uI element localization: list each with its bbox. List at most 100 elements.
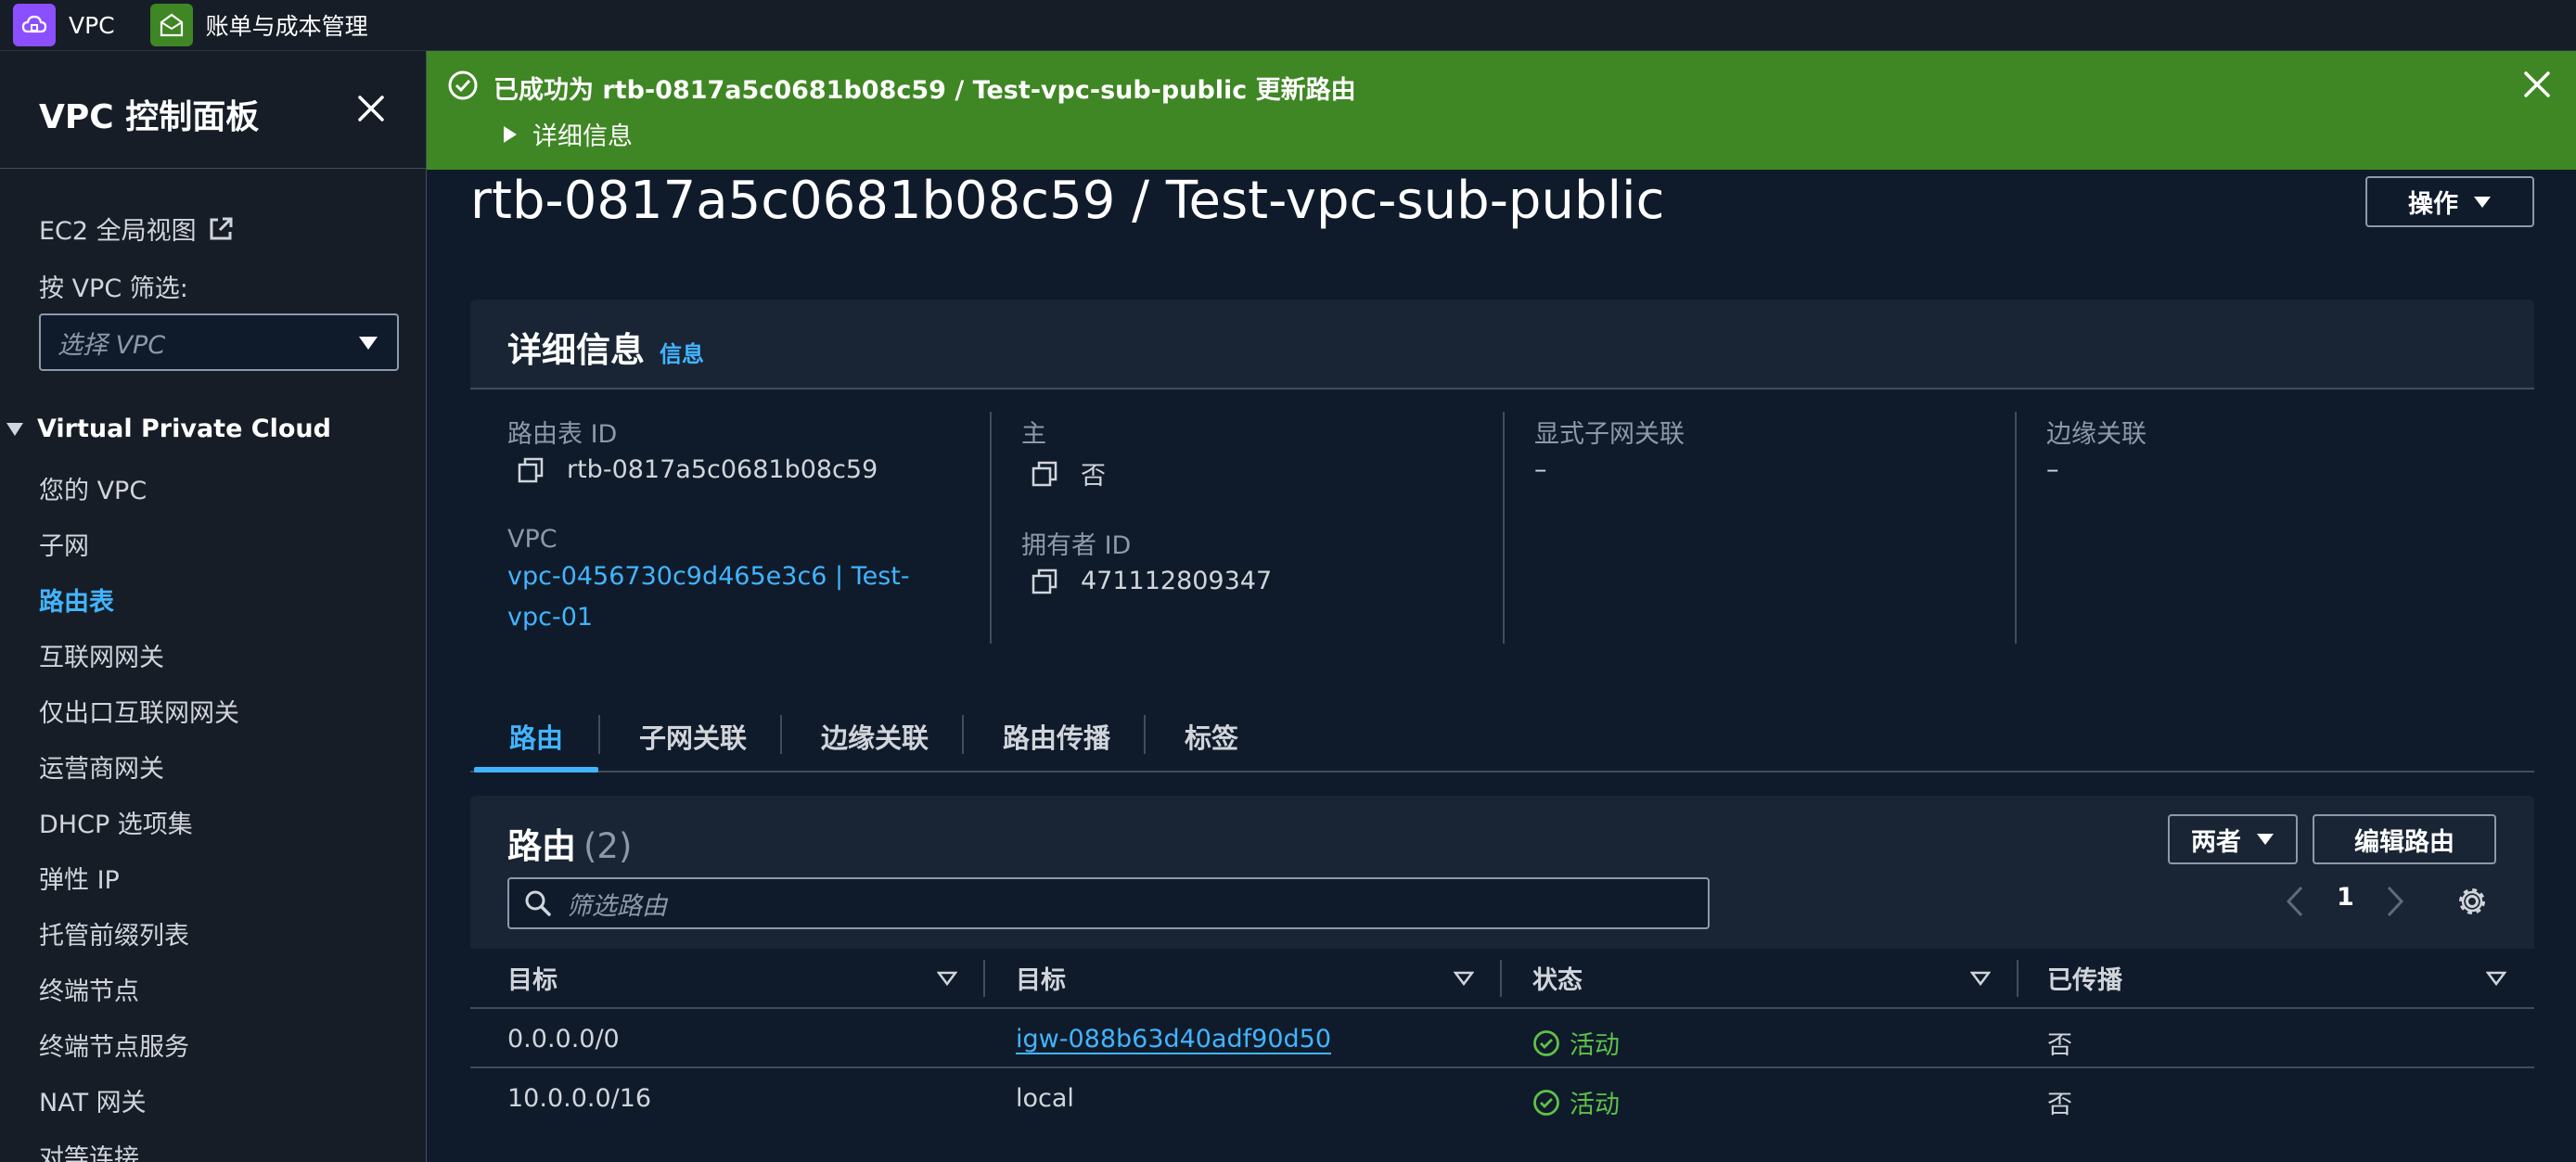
tab-separator xyxy=(598,715,600,754)
tab-tags[interactable]: 标签 xyxy=(1185,717,1238,756)
route-status: 活动 xyxy=(1532,1084,1620,1120)
explicit-subnet-value: – xyxy=(1534,455,1547,484)
sort-icon[interactable] xyxy=(1454,971,1474,986)
success-check-icon xyxy=(1533,1089,1559,1116)
service-label-billing: 账单与成本管理 xyxy=(205,13,368,40)
route-destination: 0.0.0.0/0 xyxy=(507,1025,620,1053)
route-destination: 10.0.0.0/16 xyxy=(507,1084,652,1113)
sidebar-section-vpc[interactable]: Virtual Private Cloud xyxy=(6,415,331,443)
close-icon[interactable] xyxy=(352,90,390,127)
tab-routes[interactable]: 路由 xyxy=(509,717,563,756)
sidebar-item-endpoint-services[interactable]: 终端节点服务 xyxy=(39,1027,189,1063)
sort-icon[interactable] xyxy=(1970,971,1991,986)
success-flash-banner: 已成功为 rtb-0817a5c0681b08c59 / Test-vpc-su… xyxy=(427,51,2576,170)
sidebar-divider xyxy=(0,168,426,169)
explicit-subnet-label: 显式子网关联 xyxy=(1534,420,1685,449)
routes-panel: 路由 (2) 两者 编辑路由 筛选路由 1 目标 目标 状态 已传播 0.0.0.… xyxy=(470,796,2534,1125)
routes-table: 目标 目标 状态 已传播 0.0.0.0/0 igw-088b63d40adf9… xyxy=(470,949,2534,1125)
sidebar-title: VPC 控制面板 xyxy=(39,98,260,136)
sidebar-item-nat-gateways[interactable]: NAT 网关 xyxy=(39,1082,147,1118)
current-page-number[interactable]: 1 xyxy=(2337,883,2354,912)
route-status: 活动 xyxy=(1532,1025,1620,1061)
tab-subnet-associations[interactable]: 子网关联 xyxy=(639,717,747,756)
column-separator xyxy=(1500,960,1502,997)
flash-details-label: 详细信息 xyxy=(532,122,633,151)
column-separator xyxy=(990,412,992,644)
caret-down-icon xyxy=(6,422,23,436)
sidebar-item-subnets[interactable]: 子网 xyxy=(39,526,89,562)
owner-id-text: 471112809347 xyxy=(1081,567,1273,595)
route-filter-dropdown[interactable]: 两者 xyxy=(2168,814,2298,864)
route-search-input[interactable]: 筛选路由 xyxy=(507,877,1710,929)
copy-icon[interactable] xyxy=(1031,568,1058,595)
top-nav-bar: VPC 账单与成本管理 xyxy=(0,0,2576,51)
column-header-destination[interactable]: 目标 xyxy=(507,949,557,1007)
sidebar-item-dhcp-option-sets[interactable]: DHCP 选项集 xyxy=(39,804,193,840)
column-header-target[interactable]: 目标 xyxy=(1016,949,1066,1007)
tab-separator xyxy=(962,715,964,754)
route-status-text: 活动 xyxy=(1570,1091,1620,1119)
sidebar-item-egress-only-igw[interactable]: 仅出口互联网网关 xyxy=(39,693,239,729)
flash-details-toggle[interactable]: 详细信息 xyxy=(503,116,633,152)
sidebar-item-your-vpcs[interactable]: 您的 VPC xyxy=(39,470,147,506)
route-target-link[interactable]: igw-088b63d40adf90d50 xyxy=(1016,1025,1331,1053)
routes-title-text: 路由 xyxy=(507,826,576,866)
info-link[interactable]: 信息 xyxy=(660,336,704,368)
column-header-propagated[interactable]: 已传播 xyxy=(2047,949,2122,1007)
column-separator xyxy=(2017,960,2019,997)
route-propagated: 否 xyxy=(2047,1031,2072,1060)
vpc-filter-select[interactable]: 选择 VPC xyxy=(39,313,399,371)
sort-icon[interactable] xyxy=(2486,971,2506,986)
owner-id-label: 拥有者 ID xyxy=(1021,531,1132,560)
route-table-id-value: rtb-0817a5c0681b08c59 xyxy=(517,455,878,484)
sidebar-item-route-tables[interactable]: 路由表 xyxy=(39,581,114,618)
routes-count: (2) xyxy=(583,826,633,866)
owner-id-value: 471112809347 xyxy=(1031,567,1272,595)
route-target: local xyxy=(1016,1084,1074,1113)
external-link-icon xyxy=(210,217,233,239)
chevron-right-icon[interactable] xyxy=(2385,885,2405,918)
service-shortcut-vpc[interactable]: VPC xyxy=(0,0,115,51)
copy-icon[interactable] xyxy=(1031,460,1058,488)
page-title: rtb-0817a5c0681b08c59 / Test-vpc-sub-pub… xyxy=(470,171,1665,231)
vpc-link[interactable]: vpc-0456730c9d465e3c6 | Test-vpc-01 xyxy=(507,556,962,638)
column-separator xyxy=(1503,412,1505,644)
edge-association-label: 边缘关联 xyxy=(2046,420,2147,449)
ec2-global-view-link[interactable]: EC2 全局视图 xyxy=(39,211,236,247)
row-divider xyxy=(470,1007,2534,1009)
caret-down-icon xyxy=(2474,196,2491,208)
sidebar-item-elastic-ips[interactable]: 弹性 IP xyxy=(39,860,120,896)
tab-edge-associations[interactable]: 边缘关联 xyxy=(821,717,929,756)
sidebar-item-endpoints[interactable]: 终端节点 xyxy=(39,971,139,1007)
vpc-cloud-icon xyxy=(13,4,56,46)
column-header-status[interactable]: 状态 xyxy=(1532,949,1583,1007)
copy-icon[interactable] xyxy=(517,456,545,484)
edit-routes-button[interactable]: 编辑路由 xyxy=(2313,814,2496,864)
sort-icon[interactable] xyxy=(937,971,957,986)
detail-tabs: 路由 子网关联 边缘关联 路由传播 标签 xyxy=(470,700,2534,773)
column-separator xyxy=(983,960,985,997)
route-table-id-label: 路由表 ID xyxy=(507,420,618,449)
row-divider xyxy=(470,1066,2534,1068)
sidebar-item-prefix-lists[interactable]: 托管前缀列表 xyxy=(39,915,189,951)
tab-route-propagation[interactable]: 路由传播 xyxy=(1003,717,1110,756)
column-separator xyxy=(2015,412,2017,644)
route-propagated: 否 xyxy=(2047,1091,2072,1119)
sidebar-item-internet-gateways[interactable]: 互联网网关 xyxy=(39,637,164,673)
flash-message: 已成功为 rtb-0817a5c0681b08c59 / Test-vpc-su… xyxy=(493,76,1356,105)
service-label-vpc: VPC xyxy=(69,11,115,39)
service-shortcut-billing[interactable]: 账单与成本管理 xyxy=(137,0,368,51)
vpc-filter-placeholder: 选择 VPC xyxy=(58,330,166,360)
actions-label: 操作 xyxy=(2408,190,2458,219)
sidebar-item-peering-connections[interactable]: 对等连接 xyxy=(39,1138,139,1162)
route-filter-value: 两者 xyxy=(2191,827,2241,857)
side-navigation: VPC 控制面板 EC2 全局视图 按 VPC 筛选: 选择 VPC Virtu… xyxy=(0,51,427,1162)
close-icon[interactable] xyxy=(2520,68,2554,101)
actions-button[interactable]: 操作 xyxy=(2365,176,2534,227)
sidebar-item-carrier-gateways[interactable]: 运营商网关 xyxy=(39,748,164,785)
chevron-left-icon[interactable] xyxy=(2285,885,2305,918)
details-header: 详细信息 信息 xyxy=(507,322,704,372)
gear-icon[interactable] xyxy=(2455,885,2489,918)
route-search-placeholder: 筛选路由 xyxy=(567,891,667,921)
search-icon xyxy=(525,890,551,916)
